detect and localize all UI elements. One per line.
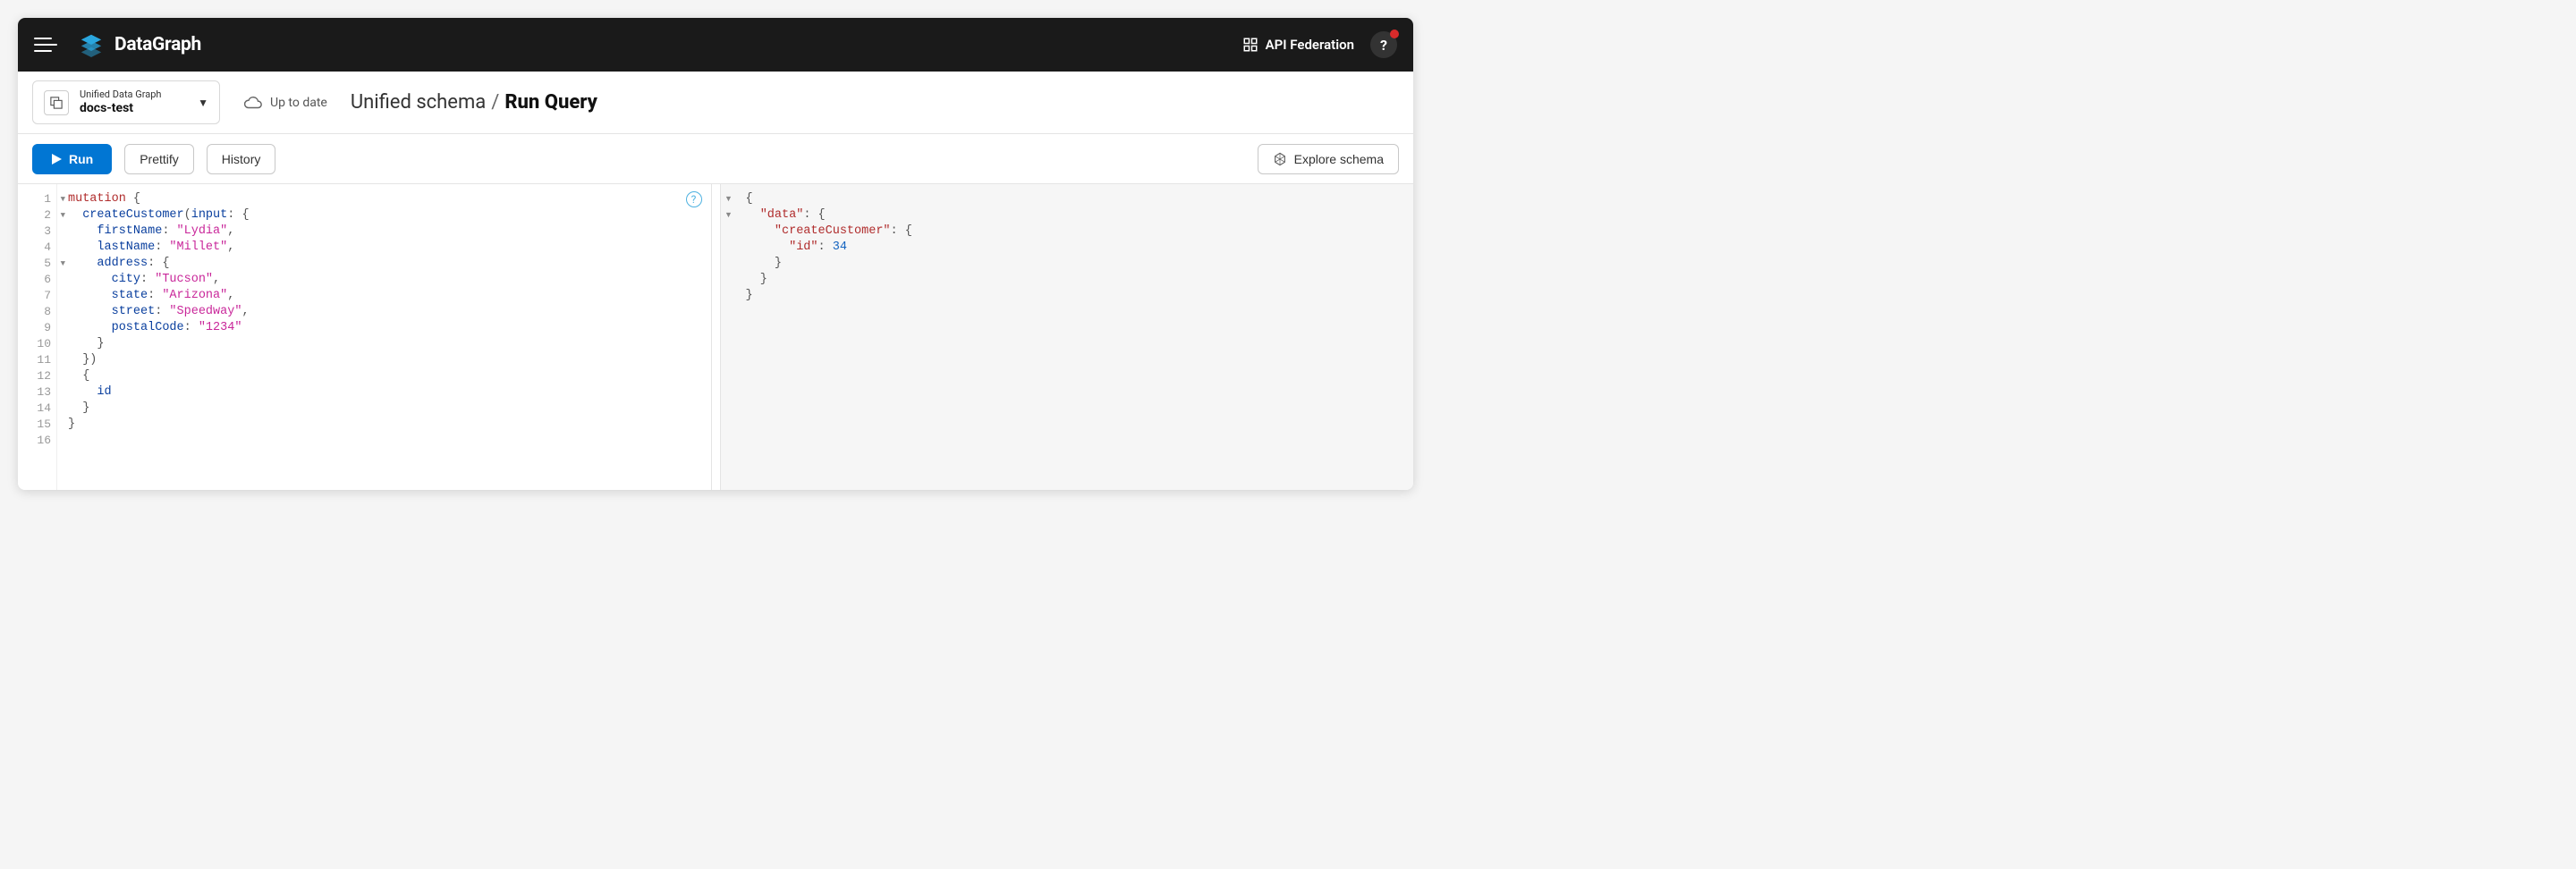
subheader-bar: Unified Data Graph docs-test ▼ Up to dat…: [18, 72, 1413, 134]
header-bar: DataGraph API Federation ?: [18, 18, 1413, 72]
help-icon: ?: [1380, 37, 1387, 54]
hamburger-menu-icon[interactable]: [34, 32, 59, 57]
query-toolbar: Run Prettify History Explore schema: [18, 134, 1413, 184]
app-window: DataGraph API Federation ? Unified Data …: [18, 18, 1413, 490]
brand-name: DataGraph: [114, 34, 201, 55]
history-button[interactable]: History: [207, 144, 276, 174]
graph-selector-label: Unified Data Graph: [80, 89, 161, 101]
result-pane: ▼▼ { "data": { "createCustomer": { "id":…: [721, 184, 1414, 490]
prettify-button[interactable]: Prettify: [124, 144, 194, 174]
explore-schema-label: Explore schema: [1294, 152, 1384, 166]
editor-help-icon[interactable]: ?: [686, 191, 702, 207]
brand-logo[interactable]: DataGraph: [79, 32, 201, 57]
datagraph-logo-icon: [79, 32, 104, 57]
breadcrumb-parent[interactable]: Unified schema: [351, 91, 486, 114]
breadcrumb-current: Run Query: [504, 91, 597, 114]
play-icon: [51, 154, 62, 165]
run-button[interactable]: Run: [32, 144, 112, 174]
api-federation-link[interactable]: API Federation: [1242, 37, 1354, 53]
result-fold-gutter: ▼▼: [721, 184, 737, 490]
line-gutter: 1▼2▼345▼678910111213141516: [18, 184, 57, 490]
help-button[interactable]: ?: [1370, 31, 1397, 58]
federation-icon: [1242, 37, 1258, 53]
graph-selector-dropdown[interactable]: Unified Data Graph docs-test ▼: [32, 80, 220, 124]
cloud-icon: [243, 93, 263, 113]
run-button-label: Run: [69, 152, 93, 166]
schema-icon: [1273, 152, 1287, 166]
graph-icon: [44, 90, 69, 115]
history-button-label: History: [222, 152, 261, 166]
breadcrumb-sep: /: [491, 91, 499, 114]
pane-resize-handle[interactable]: [712, 184, 721, 490]
sync-status: Up to date: [243, 93, 327, 113]
editor-split: 1▼2▼345▼678910111213141516 mutation { cr…: [18, 184, 1413, 490]
api-federation-label: API Federation: [1266, 37, 1354, 53]
chevron-down-icon: ▼: [198, 97, 208, 109]
result-viewer[interactable]: { "data": { "createCustomer": { "id": 34…: [737, 184, 921, 490]
notification-badge: [1390, 30, 1399, 38]
explore-schema-button[interactable]: Explore schema: [1258, 144, 1399, 174]
sync-status-text: Up to date: [270, 96, 327, 110]
prettify-button-label: Prettify: [140, 152, 179, 166]
breadcrumb: Unified schema / Run Query: [351, 91, 597, 114]
graph-selector-value: docs-test: [80, 101, 161, 117]
query-editor-pane[interactable]: 1▼2▼345▼678910111213141516 mutation { cr…: [18, 184, 712, 490]
query-code-editor[interactable]: mutation { createCustomer(input: { first…: [57, 184, 260, 490]
